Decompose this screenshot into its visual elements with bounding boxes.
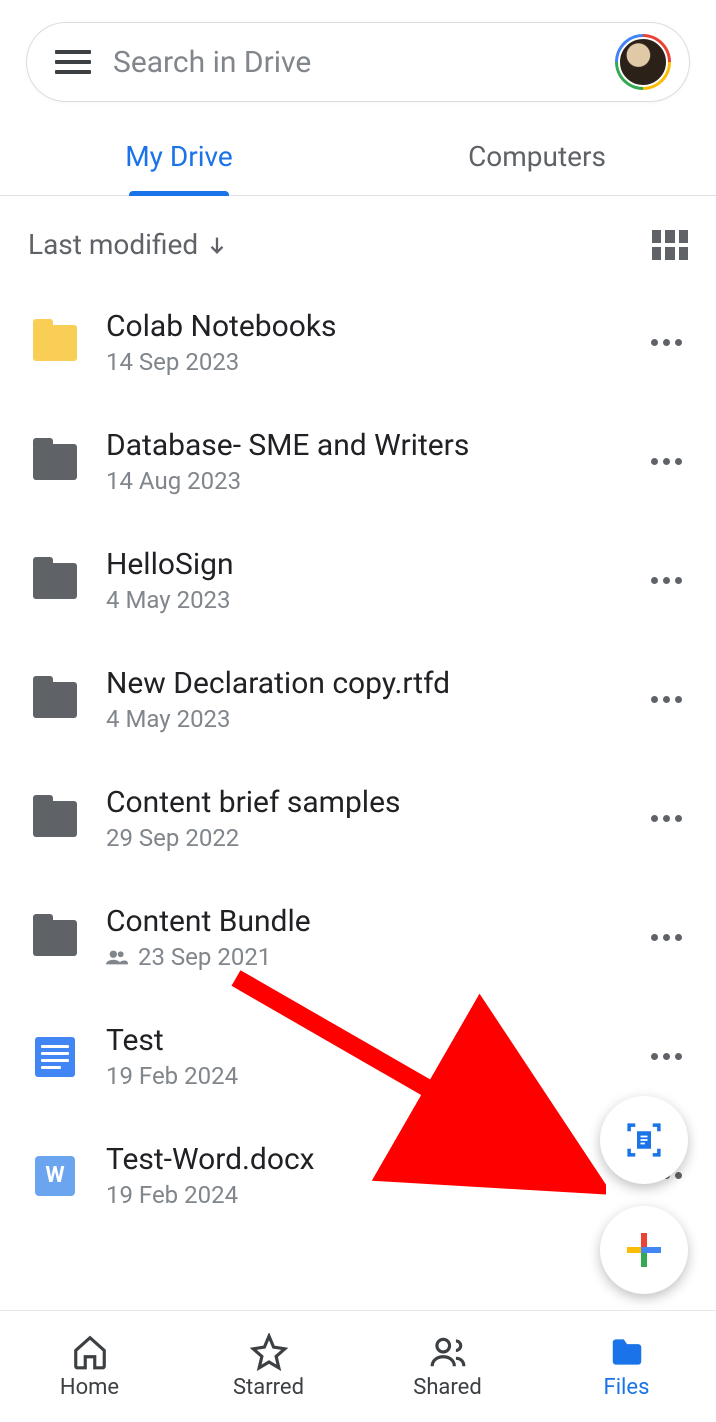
nav-label: Home xyxy=(60,1375,119,1400)
folder-icon xyxy=(30,556,80,606)
file-meta: 19 Feb 2024 xyxy=(106,1181,620,1209)
docs-icon xyxy=(30,1032,80,1082)
more-options-button[interactable] xyxy=(646,934,686,941)
file-name: Test-Word.docx xyxy=(106,1142,620,1177)
file-name: Database- SME and Writers xyxy=(106,428,620,463)
star-icon xyxy=(250,1333,288,1371)
arrow-down-icon xyxy=(206,234,228,256)
nav-label: Starred xyxy=(233,1375,304,1400)
sort-button[interactable]: Last modified xyxy=(28,228,228,261)
more-options-button[interactable] xyxy=(646,339,686,346)
nav-home[interactable]: Home xyxy=(0,1311,179,1422)
file-meta-text: 23 Sep 2021 xyxy=(138,943,271,971)
nav-shared[interactable]: Shared xyxy=(358,1311,537,1422)
file-row[interactable]: Content Bundle 23 Sep 2021 xyxy=(0,878,716,997)
account-avatar[interactable] xyxy=(615,34,671,90)
drive-tabs: My Drive Computers xyxy=(0,126,716,196)
file-meta: 4 May 2023 xyxy=(106,586,620,614)
nav-label: Shared xyxy=(413,1375,481,1400)
file-name: Colab Notebooks xyxy=(106,309,620,344)
people-icon xyxy=(429,1333,467,1371)
sort-row: Last modified xyxy=(0,196,716,273)
file-name: Test xyxy=(106,1023,620,1058)
menu-icon[interactable] xyxy=(55,44,91,80)
shared-icon xyxy=(106,949,128,965)
home-icon xyxy=(71,1333,109,1371)
file-meta: 4 May 2023 xyxy=(106,705,620,733)
more-options-button[interactable] xyxy=(646,458,686,465)
tab-my-drive[interactable]: My Drive xyxy=(0,126,358,195)
nav-label: Files xyxy=(604,1375,650,1400)
folder-icon xyxy=(30,675,80,725)
file-meta: 29 Sep 2022 xyxy=(106,824,620,852)
more-options-button[interactable] xyxy=(646,1053,686,1060)
more-options-button[interactable] xyxy=(646,696,686,703)
file-name: Content brief samples xyxy=(106,785,620,820)
folder-icon xyxy=(30,913,80,963)
folder-icon xyxy=(30,437,80,487)
file-meta: 23 Sep 2021 xyxy=(106,943,620,971)
new-fab[interactable] xyxy=(600,1206,688,1294)
nav-files[interactable]: Files xyxy=(537,1311,716,1422)
file-row[interactable]: HelloSign 4 May 2023 xyxy=(0,521,716,640)
avatar-image xyxy=(618,37,668,87)
file-meta: 14 Aug 2023 xyxy=(106,467,620,495)
file-row[interactable]: New Declaration copy.rtfd 4 May 2023 xyxy=(0,640,716,759)
more-options-button[interactable] xyxy=(646,815,686,822)
file-row[interactable]: Content brief samples 29 Sep 2022 xyxy=(0,759,716,878)
scan-fab[interactable] xyxy=(600,1096,688,1184)
file-name: New Declaration copy.rtfd xyxy=(106,666,620,701)
folder-icon xyxy=(608,1333,646,1371)
folder-icon xyxy=(30,318,80,368)
sort-label-text: Last modified xyxy=(28,228,198,261)
file-row[interactable]: Colab Notebooks 14 Sep 2023 xyxy=(0,283,716,402)
file-name: HelloSign xyxy=(106,547,620,582)
search-bar[interactable]: Search in Drive xyxy=(26,22,690,102)
bottom-nav: Home Starred Shared Files xyxy=(0,1310,716,1422)
plus-icon xyxy=(623,1229,665,1271)
file-name: Content Bundle xyxy=(106,904,620,939)
word-icon: W xyxy=(30,1151,80,1201)
nav-starred[interactable]: Starred xyxy=(179,1311,358,1422)
folder-icon xyxy=(30,794,80,844)
more-options-button[interactable] xyxy=(646,577,686,584)
grid-view-icon[interactable] xyxy=(652,230,688,260)
tab-computers[interactable]: Computers xyxy=(358,126,716,195)
file-row[interactable]: Database- SME and Writers 14 Aug 2023 xyxy=(0,402,716,521)
file-meta: 14 Sep 2023 xyxy=(106,348,620,376)
file-meta: 19 Feb 2024 xyxy=(106,1062,620,1090)
fab-column xyxy=(600,1096,688,1294)
search-input[interactable]: Search in Drive xyxy=(91,45,615,80)
